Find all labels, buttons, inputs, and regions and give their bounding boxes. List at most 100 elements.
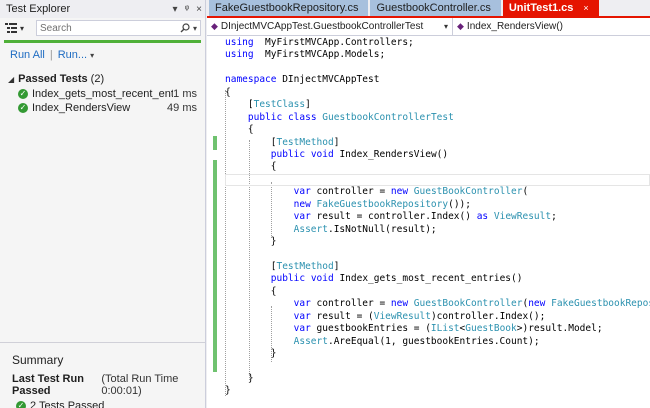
run-all-link[interactable]: Run All (10, 49, 45, 61)
code-line[interactable]: [TestClass] (225, 99, 650, 111)
code-token: Index_gets_most_recent_entries() (333, 273, 523, 285)
code-line[interactable]: Assert.AreEqual(1, guestbookEntries.Coun… (225, 336, 650, 348)
test-duration: 1 ms (173, 88, 197, 100)
code-line[interactable]: { (225, 87, 650, 99)
test-explorer-titlebar: Test Explorer ▾ ᵠ × (0, 0, 205, 18)
member-dropdown[interactable]: ◆ Index_RendersView() (453, 18, 650, 35)
code-line[interactable]: Assert.IsNotNull(result); (225, 224, 650, 236)
close-icon[interactable]: × (193, 4, 205, 15)
code-line[interactable] (225, 248, 650, 260)
code-area[interactable]: using MyFirstMVCApp.Controllers; using My… (207, 36, 650, 408)
tab-unittest1[interactable]: UnitTest1.cs × (502, 0, 599, 16)
type-dropdown-value: DInjectMVCAppTest.GuestbookControllerTes… (220, 21, 424, 32)
code-line[interactable]: { (225, 161, 650, 173)
group-by-button[interactable]: ▾ (4, 20, 32, 36)
code-token: new (390, 186, 409, 198)
code-line[interactable]: var controller = new GuestBookController… (225, 298, 650, 310)
summary-title: Summary (12, 353, 64, 367)
search-input[interactable]: Search ▾ (36, 20, 201, 36)
code-line[interactable]: var result = (ViewResult)controller.Inde… (225, 311, 650, 323)
passed-count-text: 2 Tests Passed (30, 400, 105, 408)
test-list: ◢ Passed Tests (2) ✓ Index_gets_most_rec… (0, 67, 205, 115)
code-line[interactable]: var result = controller.Index() as ViewR… (225, 211, 650, 223)
code-line[interactable]: public void Index_gets_most_recent_entri… (225, 273, 650, 285)
tab-fake-guestbook-repository[interactable]: FakeGuestbookRepository.cs (209, 0, 369, 16)
code-token: var (293, 310, 311, 322)
code-line[interactable]: var guestbookEntries = (IList<GuestBook>… (225, 323, 650, 335)
code-token: MyFirstMVCApp.Controllers; (253, 37, 414, 48)
code-line[interactable]: using MyFirstMVCApp.Controllers; (225, 37, 650, 49)
code-token: public (270, 273, 306, 285)
code-line[interactable]: } (225, 373, 650, 385)
code-token: [ (225, 136, 277, 148)
change-gutter (209, 36, 219, 408)
code-line[interactable]: { (225, 286, 650, 298)
summary-pane: Summary Last Test Run Passed (Total Run … (0, 342, 205, 408)
code-line[interactable]: namespace DInjectMVCAppTest (225, 74, 650, 86)
code-token: var (293, 298, 311, 310)
code-line[interactable]: } (225, 385, 650, 397)
test-row[interactable]: ✓ Index_RendersView 49 ms (0, 101, 205, 115)
code-token: ViewResult (373, 310, 431, 322)
code-token: controller = (310, 298, 391, 310)
code-token: IList (430, 323, 460, 335)
test-explorer-panel: Test Explorer ▾ ᵠ × ▾ Search ▾ Run All |… (0, 0, 206, 408)
test-row[interactable]: ✓ Index_gets_most_recent_entries 1 ms (0, 87, 205, 101)
member-dropdown-value: Index_RendersView() (466, 21, 563, 32)
code-token: DInjectMVCAppTest (276, 74, 380, 86)
code-token: namespace (225, 74, 277, 86)
chevron-down-icon: ▾ (443, 22, 448, 31)
test-actions-bar: Run All | Run... ▾ (0, 43, 205, 67)
code-token: ] (333, 136, 340, 148)
search-icon (180, 23, 190, 33)
code-line[interactable] (225, 360, 650, 372)
code-line[interactable]: using MyFirstMVCApp.Models; (225, 49, 650, 61)
tab-close-icon[interactable]: × (583, 3, 588, 13)
code-line[interactable] (225, 173, 650, 187)
search-options-chevron-icon[interactable]: ▾ (193, 24, 197, 33)
code-token: class (287, 111, 317, 123)
run-menu-chevron-icon[interactable]: ▾ (90, 51, 94, 60)
code-line[interactable]: [TestMethod] (225, 261, 650, 273)
code-token: GuestBookController (413, 186, 523, 198)
navigation-bar: ◆ DInjectMVCAppTest.GuestbookControllerT… (207, 18, 650, 36)
code-line[interactable]: public class GuestbookControllerTest (225, 112, 650, 124)
code-token: void (310, 273, 334, 285)
code-line[interactable] (225, 62, 650, 74)
tab-guestbook-controller[interactable]: GuestbookController.cs (370, 0, 501, 16)
saved-change-marker (213, 136, 217, 150)
run-menu-link[interactable]: Run... (58, 49, 87, 61)
code-token: } (225, 347, 277, 359)
code-line[interactable]: } (225, 236, 650, 248)
code-line[interactable]: [TestMethod] (225, 137, 650, 149)
code-token: ] (305, 99, 311, 111)
pin-icon[interactable]: ᵠ (181, 4, 193, 15)
expand-arrow-icon[interactable]: ◢ (8, 75, 14, 84)
code-line[interactable]: var controller = new GuestBookController… (225, 186, 650, 198)
test-explorer-title: Test Explorer (6, 3, 71, 15)
code-token: TestMethod (276, 260, 334, 272)
group-label: Passed Tests (18, 73, 88, 85)
tab-label: GuestbookController.cs (376, 2, 491, 14)
code-token: .AreEqual(1, guestbookEntries.Count); (327, 335, 540, 347)
passed-tests-group[interactable]: ◢ Passed Tests (2) (0, 71, 205, 87)
code-line[interactable]: } (225, 348, 650, 360)
type-dropdown[interactable]: ◆ DInjectMVCAppTest.GuestbookControllerT… (207, 18, 453, 35)
last-run-label: Last Test Run Passed (12, 373, 84, 397)
code-line[interactable]: public void Index_RendersView() (225, 149, 650, 161)
code-token: guestbookEntries = ( (310, 323, 431, 335)
code-token: [ (225, 99, 254, 111)
last-run-time: (Total Run Time 0:00:01) (101, 373, 179, 397)
code-token: using (225, 37, 254, 48)
window-position-icon[interactable]: ▾ (169, 4, 181, 15)
code-line[interactable]: new FakeGuestbookRepository()); (225, 199, 650, 211)
code-line[interactable]: { (225, 124, 650, 136)
code-token: } (225, 372, 254, 384)
